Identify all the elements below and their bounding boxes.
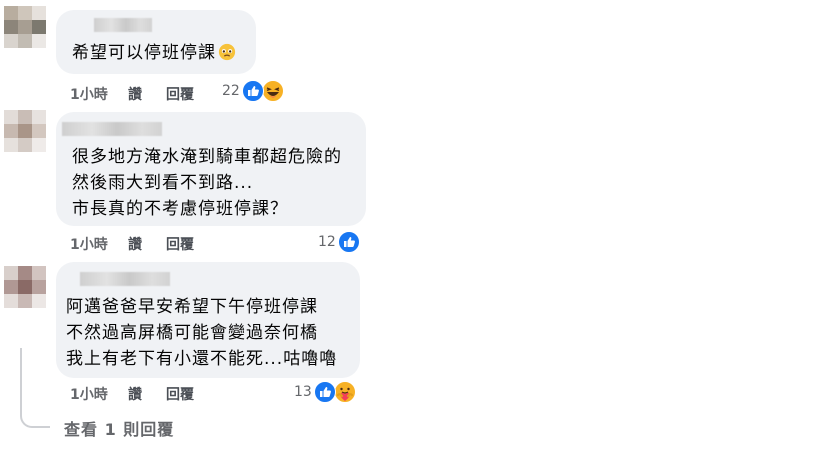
comment-bubble: 阿邁爸爸早安希望下午停班停課 不然過高屏橋可能會變過奈何橋 我上有老下有小還不能… <box>56 262 360 378</box>
like-icon <box>338 231 360 253</box>
reaction-count: 13 <box>294 384 312 400</box>
reaction-summary[interactable]: 12 <box>318 231 368 255</box>
avatar[interactable] <box>4 6 46 48</box>
like-icon <box>242 80 264 102</box>
author-name[interactable] <box>80 272 170 286</box>
pleading-face-icon <box>218 43 236 61</box>
like-icon <box>314 381 336 403</box>
reply-button[interactable]: 回覆 <box>166 234 194 254</box>
comment-text: 很多地方淹水淹到騎車都超危險的 然後雨大到看不到路... 市長真的不考慮停班停課… <box>72 147 342 219</box>
reply-button[interactable]: 回覆 <box>166 84 194 104</box>
reaction-summary[interactable]: 13 <box>294 381 360 405</box>
comment-text: 阿邁爸爸早安希望下午停班停課 不然過高屏橋可能會變過奈何橋 我上有老下有小還不能… <box>66 297 338 369</box>
thread-connector <box>20 348 50 428</box>
author-name[interactable] <box>94 18 152 32</box>
avatar[interactable] <box>4 266 46 308</box>
timestamp[interactable]: 1小時 <box>70 234 108 254</box>
timestamp[interactable]: 1小時 <box>70 84 108 104</box>
reaction-count: 22 <box>222 83 240 99</box>
like-button[interactable]: 讚 <box>128 234 142 254</box>
author-name[interactable] <box>62 122 162 136</box>
comment-text: 希望可以停班停課 <box>72 40 236 66</box>
reply-button[interactable]: 回覆 <box>166 384 194 404</box>
timestamp[interactable]: 1小時 <box>70 384 108 404</box>
avatar[interactable] <box>4 110 46 152</box>
like-button[interactable]: 讚 <box>128 84 142 104</box>
care-icon <box>334 381 356 403</box>
view-replies-link[interactable]: 查看 1 則回覆 <box>64 416 174 440</box>
comment-bubble: 很多地方淹水淹到騎車都超危險的 然後雨大到看不到路... 市長真的不考慮停班停課… <box>56 112 366 226</box>
comment-bubble: 希望可以停班停課 <box>56 10 256 74</box>
haha-icon <box>262 80 284 102</box>
reaction-count: 12 <box>318 234 336 250</box>
like-button[interactable]: 讚 <box>128 384 142 404</box>
reaction-summary[interactable]: 22 <box>222 80 292 104</box>
